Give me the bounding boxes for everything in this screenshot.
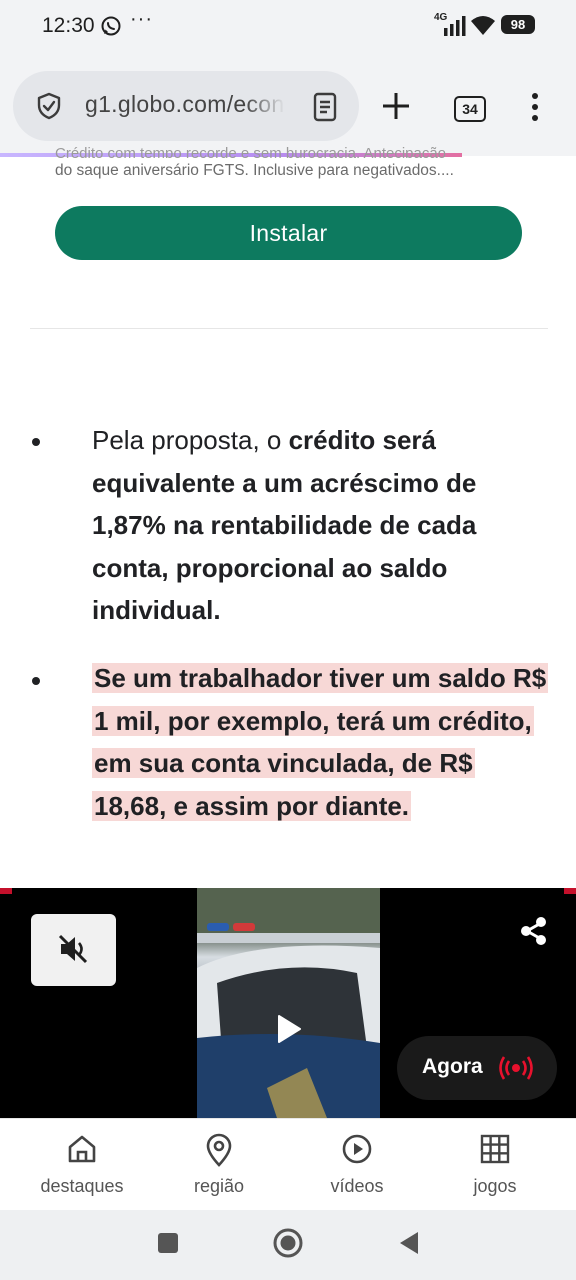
video-accent xyxy=(564,888,576,894)
nav-label: jogos xyxy=(473,1176,517,1196)
new-tab-icon[interactable] xyxy=(380,90,412,122)
home-button-icon[interactable] xyxy=(272,1227,304,1259)
wifi-icon xyxy=(471,16,495,35)
battery-indicator: 98 xyxy=(501,15,535,34)
tab-switcher-button[interactable]: 34 xyxy=(454,96,486,122)
paragraph-bold-text: crédito será equivalente a um acréscimo … xyxy=(92,425,477,625)
ad-description-partial: Crédito com tempo recorde e sem burocrac… xyxy=(55,146,447,158)
nav-item-videos[interactable]: vídeos xyxy=(297,1119,417,1211)
video-accent xyxy=(0,888,12,894)
location-pin-icon xyxy=(206,1133,232,1167)
nav-label: região xyxy=(193,1176,245,1196)
ad-description: do saque aniversário FGTS. Inclusive par… xyxy=(55,162,454,179)
address-bar[interactable]: g1.globo.com/economia xyxy=(13,71,359,141)
article-paragraph: Pela proposta, o crédito será equivalent… xyxy=(92,419,547,632)
reader-mode-icon[interactable] xyxy=(313,92,337,122)
nav-item-destaques[interactable]: destaques xyxy=(22,1119,142,1211)
status-time: 12:30 xyxy=(42,14,95,37)
play-icon[interactable] xyxy=(276,1014,302,1044)
highlighted-text: Se um trabalhador tiver um saldo R$ 1 mi… xyxy=(92,663,549,821)
nav-item-jogos[interactable]: jogos xyxy=(435,1119,555,1211)
install-button[interactable]: Instalar xyxy=(55,206,522,260)
signal-icon xyxy=(444,16,466,36)
mute-toggle-button[interactable] xyxy=(31,914,116,986)
recents-icon[interactable] xyxy=(157,1232,179,1254)
live-now-button[interactable]: Agora xyxy=(397,1036,557,1100)
status-bar: 12:30 ··· 4G 98 xyxy=(0,0,576,56)
url-text[interactable]: g1.globo.com/economia xyxy=(85,91,285,118)
site-security-icon[interactable] xyxy=(35,92,63,120)
play-circle-icon xyxy=(342,1134,372,1164)
video-player[interactable]: Agora xyxy=(0,888,576,1118)
browser-menu-icon[interactable] xyxy=(530,92,540,122)
bullet-icon xyxy=(32,677,40,685)
nav-label: destaques xyxy=(40,1176,124,1196)
live-label: Agora xyxy=(422,1055,483,1078)
paragraph-text: Pela proposta, o xyxy=(92,425,289,455)
police-car-thumbnail-art xyxy=(197,888,380,1118)
divider xyxy=(30,328,548,329)
nav-label: vídeos xyxy=(330,1176,384,1196)
video-thumbnail[interactable] xyxy=(197,888,380,1118)
whatsapp-icon xyxy=(101,16,121,36)
system-navigation-bar xyxy=(0,1210,576,1280)
more-notifications-icon: ··· xyxy=(130,8,153,30)
share-icon[interactable] xyxy=(519,916,549,946)
article-paragraph-highlighted: Se um trabalhador tiver um saldo R$ 1 mi… xyxy=(92,657,549,827)
live-broadcast-icon xyxy=(499,1056,533,1080)
home-icon xyxy=(68,1135,96,1163)
muted-speaker-icon xyxy=(58,934,88,964)
browser-toolbar: g1.globo.com/economia 34 xyxy=(0,56,576,156)
nav-item-regiao[interactable]: região xyxy=(159,1119,279,1211)
bottom-navigation: destaques região vídeos jogos xyxy=(0,1118,576,1211)
bullet-icon xyxy=(32,438,40,446)
back-icon[interactable] xyxy=(398,1230,420,1256)
grid-icon xyxy=(480,1134,510,1164)
